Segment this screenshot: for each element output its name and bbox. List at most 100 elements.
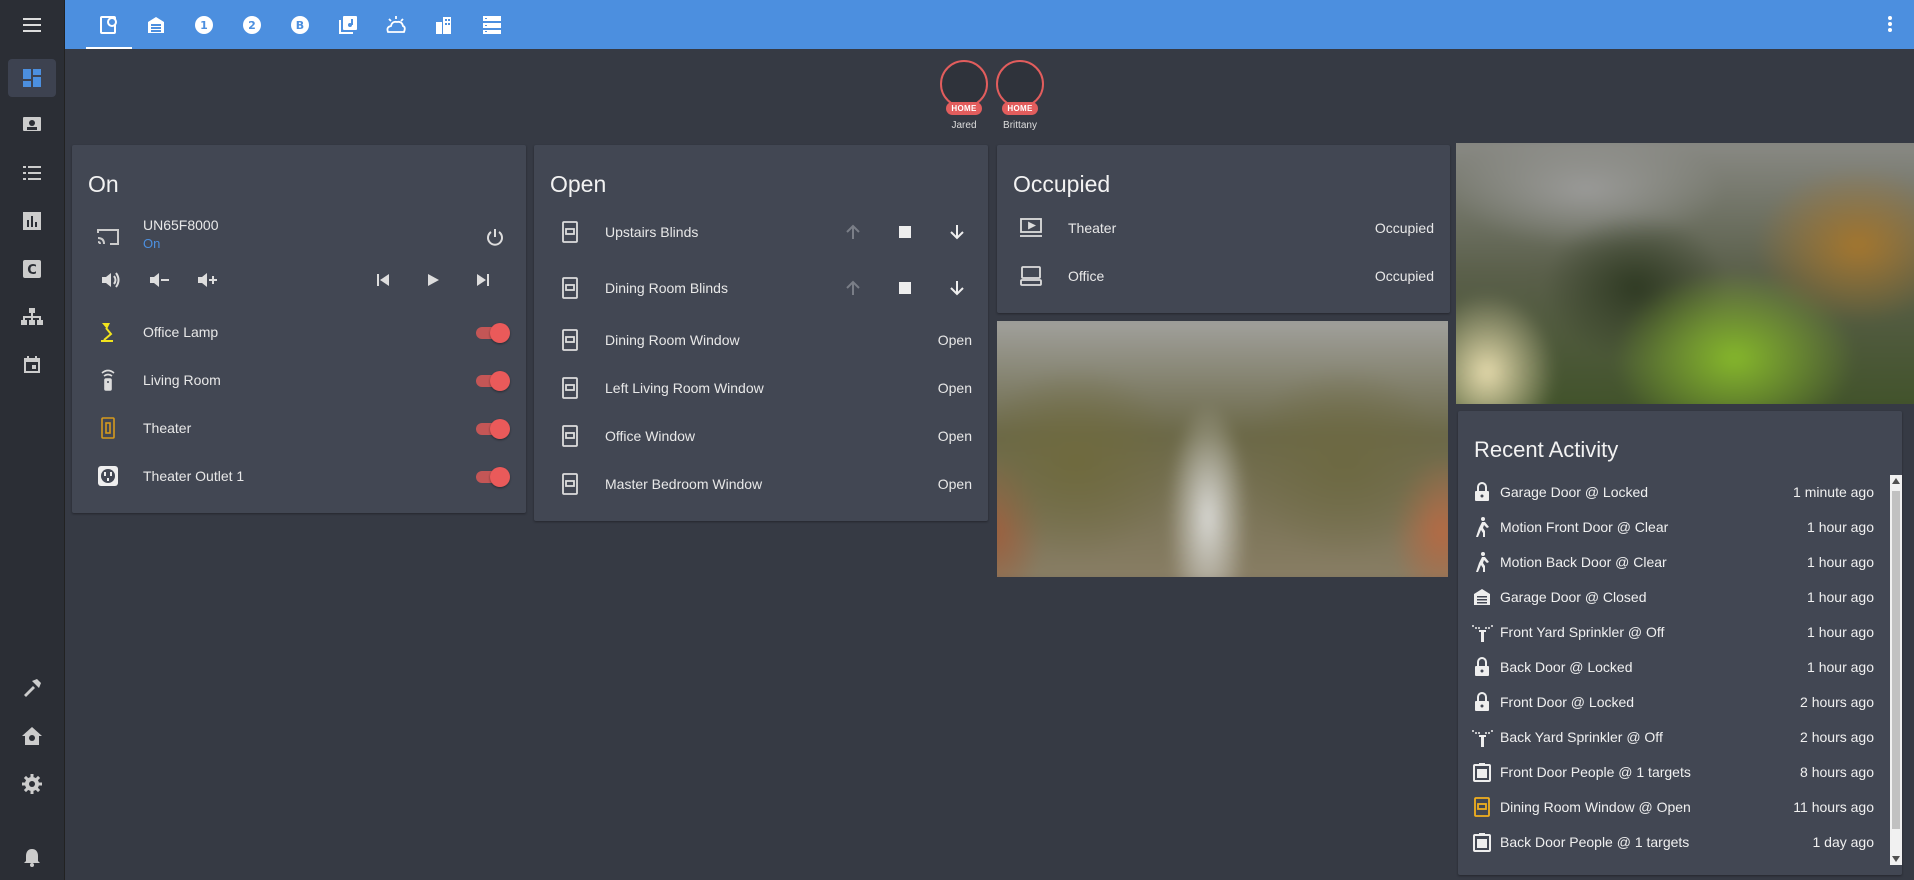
garage-tab[interactable] [133, 0, 179, 49]
activity-scrollbar[interactable] [1890, 475, 1902, 865]
card-title: On [88, 171, 119, 197]
volume-down-icon[interactable] [144, 265, 174, 295]
cover-open-icon[interactable] [838, 273, 868, 303]
activity-item[interactable]: Motion Front Door @ Clear 1 hour ago [1458, 509, 1874, 544]
activity-item[interactable]: Front Door @ Locked 2 hours ago [1458, 684, 1874, 719]
camera-feed-front[interactable] [997, 321, 1448, 577]
svg-text:2: 2 [248, 19, 256, 32]
server-tab[interactable] [469, 0, 515, 49]
camera-feed-backyard[interactable] [1456, 143, 1914, 404]
history-icon[interactable] [8, 202, 56, 240]
scrollbar-thumb[interactable] [1892, 491, 1900, 829]
cover-stop-icon[interactable] [890, 217, 920, 247]
window-row[interactable]: Office Window Open [534, 416, 988, 456]
more-options-icon[interactable] [1878, 12, 1902, 36]
cover-close-icon[interactable] [942, 217, 972, 247]
activity-item[interactable]: Garage Door @ Locked 1 minute ago [1458, 474, 1874, 509]
switch-row-living-room[interactable]: Living Room [72, 360, 526, 400]
logbook-icon[interactable] [8, 154, 56, 192]
activity-text: Front Door @ Locked [1500, 693, 1635, 710]
power-icon[interactable] [480, 222, 510, 252]
on-card: On UN65F8000 On Office Lamp Living Room … [72, 145, 526, 513]
weather-tab[interactable] [373, 0, 419, 49]
cover-row-upstairs-blinds[interactable]: Upstairs Blinds [534, 212, 988, 252]
activity-item[interactable]: Garage Door @ Closed 1 hour ago [1458, 579, 1874, 614]
window-icon [556, 422, 584, 450]
hacs-icon[interactable]: C [8, 250, 56, 288]
activity-text: Dining Room Window @ Open [1500, 798, 1691, 815]
floor-1-tab[interactable]: 1 [181, 0, 227, 49]
status-badge: HOME [946, 102, 982, 115]
menu-icon[interactable] [0, 0, 65, 49]
cover-row-dining-room-blinds[interactable]: Dining Room Blinds [534, 268, 988, 308]
badge-name: Jared [951, 120, 977, 131]
window-label: Office Window [605, 428, 695, 444]
theater-icon [1017, 214, 1045, 242]
play-icon[interactable] [418, 265, 448, 295]
window-label: Master Bedroom Window [605, 476, 763, 492]
switch-row-theater-outlet-1[interactable]: Theater Outlet 1 [72, 456, 526, 496]
volume-mute-icon[interactable] [96, 265, 126, 295]
settings-icon[interactable] [8, 765, 56, 803]
volume-up-icon[interactable] [192, 265, 222, 295]
activity-item[interactable]: Motion Back Door @ Clear 1 hour ago [1458, 544, 1874, 579]
city-tab[interactable] [421, 0, 467, 49]
window-row[interactable]: Master Bedroom Window Open [534, 464, 988, 504]
activity-time: 2 hours ago [1800, 693, 1874, 710]
cover-label: Dining Room Blinds [605, 280, 728, 296]
map-icon[interactable] [8, 106, 56, 144]
garage-icon [1470, 585, 1494, 609]
activity-text: Front Yard Sprinkler @ Off [1500, 623, 1665, 640]
living-room-toggle[interactable] [474, 369, 510, 391]
developer-tools-icon[interactable] [8, 669, 56, 707]
activity-text: Garage Door @ Closed [1500, 588, 1647, 605]
activity-item[interactable]: Back Door People @ 1 targets 1 day ago [1458, 824, 1874, 859]
window-row[interactable]: Left Living Room Window Open [534, 368, 988, 408]
home-tab[interactable] [86, 0, 132, 49]
occupancy-row-theater[interactable]: Theater Occupied [997, 208, 1450, 248]
window-row[interactable]: Dining Room Window Open [534, 320, 988, 360]
activity-item[interactable]: Front Yard Sprinkler @ Off 1 hour ago [1458, 614, 1874, 649]
person-badge-brittany[interactable]: HOME Brittany [992, 60, 1048, 137]
activity-item[interactable]: Dining Room Window @ Open 11 hours ago [1458, 789, 1874, 824]
basement-tab[interactable]: B [277, 0, 323, 49]
activity-text: Motion Back Door @ Clear [1500, 553, 1667, 570]
occupancy-row-office[interactable]: Office Occupied [997, 256, 1450, 296]
room-label: Theater [1068, 220, 1117, 236]
network-icon[interactable] [8, 298, 56, 336]
office-lamp-toggle[interactable] [474, 321, 510, 343]
cover-label: Upstairs Blinds [605, 224, 699, 240]
activity-time: 1 hour ago [1807, 623, 1874, 640]
activity-list: Garage Door @ Locked 1 minute ago Motion… [1458, 474, 1902, 874]
activity-item[interactable]: Back Door @ Locked 1 hour ago [1458, 649, 1874, 684]
cover-stop-icon[interactable] [890, 273, 920, 303]
supervisor-icon[interactable] [8, 717, 56, 755]
switch-label: Theater [143, 420, 192, 436]
calendar-icon[interactable] [8, 346, 56, 384]
cover-open-icon[interactable] [838, 217, 868, 247]
person-badge-jared[interactable]: HOME Jared [936, 60, 992, 137]
switch-row-theater[interactable]: Theater [72, 408, 526, 448]
scroll-down-icon[interactable] [1892, 856, 1900, 862]
theater-outlet-toggle[interactable] [474, 465, 510, 487]
activity-text: Garage Door @ Locked [1500, 483, 1649, 500]
media-player-row[interactable]: UN65F8000 On [72, 211, 526, 263]
activity-item[interactable]: Front Door People @ 1 targets 8 hours ag… [1458, 754, 1874, 789]
media-tab[interactable] [325, 0, 371, 49]
theater-toggle[interactable] [474, 417, 510, 439]
activity-time: 2 hours ago [1800, 728, 1874, 745]
notifications-icon[interactable] [8, 838, 56, 876]
next-track-icon[interactable] [468, 265, 498, 295]
lock-icon [1470, 690, 1494, 714]
activity-text: Front Door People @ 1 targets [1500, 763, 1691, 780]
switch-row-office-lamp[interactable]: Office Lamp [72, 312, 526, 352]
room-state: Occupied [1374, 268, 1434, 284]
media-state: On [143, 236, 161, 251]
floor-2-tab[interactable]: 2 [229, 0, 275, 49]
overview-icon[interactable] [8, 59, 56, 97]
previous-track-icon[interactable] [368, 265, 398, 295]
cover-close-icon[interactable] [942, 273, 972, 303]
scroll-up-icon[interactable] [1892, 478, 1900, 484]
desktop-icon [1017, 262, 1045, 290]
activity-item[interactable]: Back Yard Sprinkler @ Off 2 hours ago [1458, 719, 1874, 754]
